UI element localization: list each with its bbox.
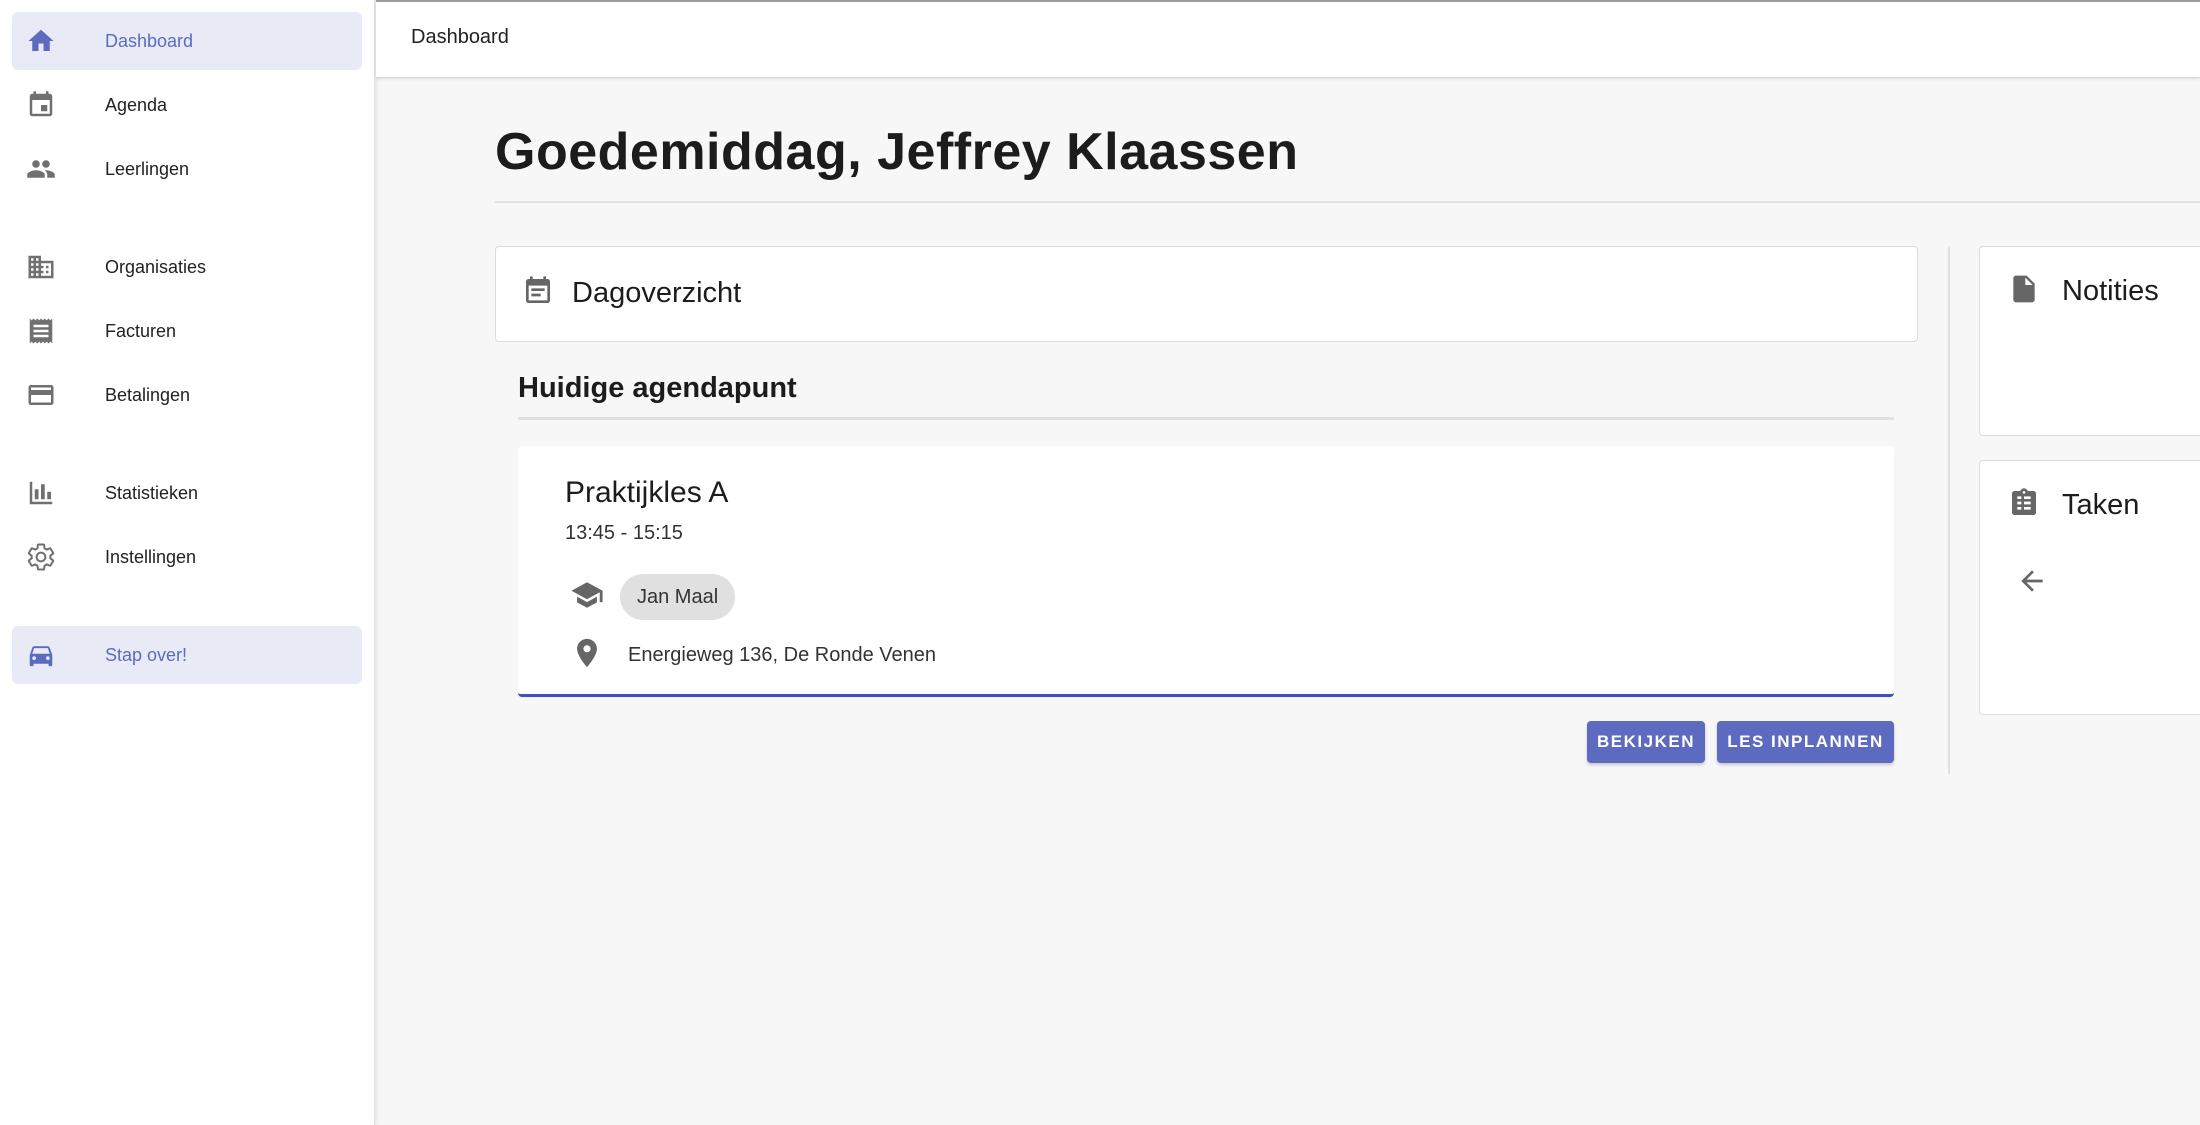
- breadcrumb: Dashboard: [411, 26, 509, 48]
- event-time: 13:45 - 15:15: [565, 522, 683, 544]
- divider: [518, 417, 1894, 420]
- divider: [495, 201, 2200, 203]
- sidebar-item-label: Statistieken: [105, 482, 199, 503]
- nav-group-finance: Organisaties Facturen Betalingen: [0, 238, 374, 424]
- building-icon: [26, 252, 56, 282]
- plan-lesson-button[interactable]: LES INPLANNEN: [1717, 721, 1894, 763]
- sidebar-item-label: Leerlingen: [105, 158, 190, 179]
- event-note-icon: [522, 275, 554, 312]
- sidebar-item-instellingen[interactable]: Instellingen: [12, 528, 362, 586]
- student-row: Jan Maal: [570, 574, 736, 620]
- sidebar-item-label: Organisaties: [105, 256, 207, 277]
- student-chip[interactable]: Jan Maal: [620, 574, 736, 620]
- day-overview-card: Dagoverzicht: [495, 246, 1918, 342]
- receipt-icon: [26, 316, 56, 346]
- sidebar: Dashboard Agenda Leerlingen Organisaties…: [0, 0, 375, 1125]
- sidebar-item-leerlingen[interactable]: Leerlingen: [12, 140, 362, 198]
- nav-group-main: Dashboard Agenda Leerlingen: [0, 12, 374, 198]
- tasks-card: Taken: [1979, 460, 2200, 715]
- nav-group-settings: Statistieken Instellingen: [0, 464, 374, 586]
- sidebar-item-betalingen[interactable]: Betalingen: [12, 366, 362, 424]
- card-title: Notities: [2062, 275, 2159, 307]
- top-bar: Dashboard: [376, 0, 2200, 78]
- location-pin-icon: [570, 636, 604, 675]
- sidebar-item-facturen[interactable]: Facturen: [12, 302, 362, 360]
- card-title: Taken: [2062, 489, 2140, 521]
- gear-icon: [26, 542, 56, 572]
- event-title: Praktijkles A: [565, 476, 729, 509]
- people-icon: [26, 154, 56, 184]
- sidebar-item-stap-over[interactable]: Stap over!: [12, 626, 362, 684]
- sidebar-item-label: Betalingen: [105, 384, 191, 405]
- page-title: Goedemiddag, Jeffrey Klaassen: [495, 123, 1299, 181]
- card-title: Dagoverzicht: [572, 277, 742, 309]
- sidebar-item-statistieken[interactable]: Statistieken: [12, 464, 362, 522]
- arrow-back-icon[interactable]: [2016, 565, 2048, 602]
- current-event-card[interactable]: Praktijkles A 13:45 - 15:15 Jan Maal Ene…: [518, 446, 1894, 697]
- sidebar-item-label: Instellingen: [105, 546, 197, 567]
- clipboard-list-icon: [2008, 487, 2040, 524]
- calendar-icon: [26, 90, 56, 120]
- notes-card: Notities: [1979, 246, 2200, 436]
- bar-chart-icon: [26, 478, 56, 508]
- section-title: Huidige agendapunt: [518, 372, 797, 404]
- view-button[interactable]: BEKIJKEN: [1587, 721, 1705, 763]
- column-divider: [1948, 246, 1950, 774]
- credit-card-icon: [26, 380, 56, 410]
- card-header: Notities: [2008, 273, 2190, 310]
- location-text: Energieweg 136, De Ronde Venen: [628, 644, 937, 666]
- sidebar-item-label: Agenda: [105, 94, 168, 115]
- sidebar-item-label: Stap over!: [105, 644, 188, 665]
- note-icon: [2008, 273, 2040, 310]
- nav-group-extra: Stap over!: [0, 626, 374, 684]
- app-root: Dashboard Agenda Leerlingen Organisaties…: [0, 0, 2200, 1125]
- sidebar-item-dashboard[interactable]: Dashboard: [12, 12, 362, 70]
- card-header: Taken: [2008, 487, 2190, 524]
- sidebar-item-organisaties[interactable]: Organisaties: [12, 238, 362, 296]
- home-icon: [26, 26, 56, 56]
- location-row: Energieweg 136, De Ronde Venen: [570, 636, 936, 675]
- card-header: Dagoverzicht: [522, 275, 1891, 312]
- sidebar-item-label: Dashboard: [105, 30, 194, 51]
- sidebar-item-label: Facturen: [105, 320, 177, 341]
- car-icon: [26, 640, 56, 670]
- sidebar-item-agenda[interactable]: Agenda: [12, 76, 362, 134]
- graduation-cap-icon: [570, 578, 604, 617]
